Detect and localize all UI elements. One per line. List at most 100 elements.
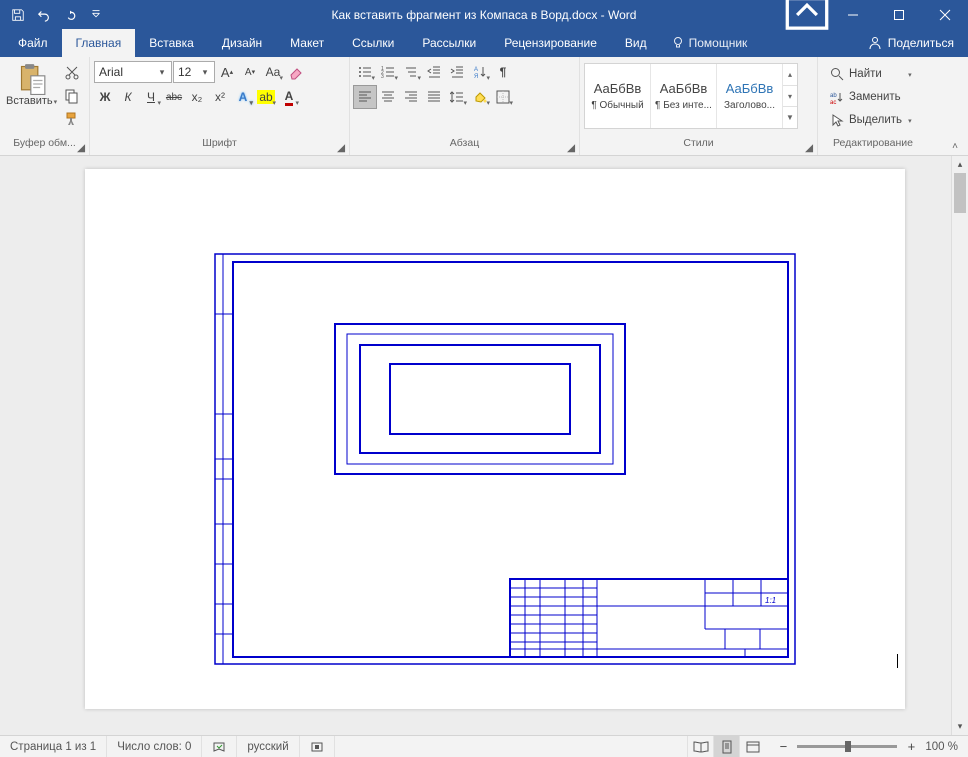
group-editing: Найти abac Заменить Выделить Редактирова…	[818, 57, 928, 155]
status-page[interactable]: Страница 1 из 1	[0, 736, 107, 757]
change-case-button[interactable]: Aa	[262, 61, 284, 83]
styles-scroll-down[interactable]: ▾	[783, 86, 797, 108]
svg-text:ac: ac	[830, 100, 836, 104]
tab-insert[interactable]: Вставка	[135, 29, 208, 57]
font-size-combo[interactable]: 12▾	[173, 61, 215, 83]
cursor-icon	[830, 113, 844, 127]
close-button[interactable]	[922, 0, 968, 29]
styles-scroll-up[interactable]: ▴	[783, 64, 797, 86]
tell-me-search[interactable]: Помощник	[661, 29, 758, 57]
increase-indent-button[interactable]	[446, 61, 468, 83]
document-title: Как вставить фрагмент из Компаса в Ворд.…	[332, 8, 637, 22]
format-painter-button[interactable]	[61, 108, 83, 130]
view-read-mode[interactable]	[687, 736, 713, 757]
group-styles: АаБбВв¶ Обычный АаБбВв¶ Без инте... АаБб…	[580, 57, 818, 155]
show-marks-button[interactable]: ¶	[492, 61, 514, 83]
zoom-in-button[interactable]: +	[903, 739, 919, 754]
borders-button[interactable]	[492, 86, 514, 108]
vertical-scrollbar[interactable]: ▴ ▾	[951, 156, 968, 735]
multilevel-list-button[interactable]	[400, 61, 422, 83]
document-area: 1:1 ▴ ▾	[0, 156, 968, 735]
italic-button[interactable]: К	[117, 86, 139, 108]
status-spellcheck[interactable]	[202, 736, 237, 757]
page-icon	[720, 740, 734, 754]
titlebar: Как вставить фрагмент из Компаса в Ворд.…	[0, 0, 968, 29]
tab-view[interactable]: Вид	[611, 29, 661, 57]
collapse-ribbon-button[interactable]: ˄	[946, 139, 964, 153]
tab-mailings[interactable]: Рассылки	[408, 29, 490, 57]
scroll-down-button[interactable]: ▾	[952, 718, 968, 735]
replace-button[interactable]: abac Заменить	[826, 86, 916, 108]
shading-button[interactable]	[469, 86, 491, 108]
subscript-button[interactable]: x₂	[186, 86, 208, 108]
style-no-spacing[interactable]: АаБбВв¶ Без инте...	[651, 64, 717, 128]
undo-button[interactable]	[32, 3, 56, 27]
select-button[interactable]: Выделить	[826, 109, 916, 131]
scroll-up-button[interactable]: ▴	[952, 156, 968, 173]
font-launcher[interactable]: ◢	[335, 142, 347, 154]
maximize-button[interactable]	[876, 0, 922, 29]
document-page[interactable]: 1:1	[85, 169, 905, 709]
zoom-slider[interactable]	[797, 745, 897, 748]
clipboard-launcher[interactable]: ◢	[75, 142, 87, 154]
justify-button[interactable]	[423, 86, 445, 108]
bold-button[interactable]: Ж	[94, 86, 116, 108]
underline-button[interactable]: Ч	[140, 86, 162, 108]
font-color-button[interactable]: A	[278, 86, 300, 108]
styles-gallery-scroll: ▴ ▾ ▼	[783, 64, 797, 128]
paragraph-launcher[interactable]: ◢	[565, 142, 577, 154]
read-icon	[693, 740, 709, 754]
editing-group-label: Редактирование	[833, 137, 913, 149]
superscript-button[interactable]: x²	[209, 86, 231, 108]
zoom-slider-thumb[interactable]	[845, 741, 851, 752]
numbering-icon: 123	[381, 65, 395, 79]
grow-font-button[interactable]: A▴	[216, 61, 238, 83]
styles-expand[interactable]: ▼	[783, 107, 797, 128]
view-web-layout[interactable]	[739, 736, 765, 757]
style-normal[interactable]: АаБбВв¶ Обычный	[585, 64, 651, 128]
font-name-combo[interactable]: Arial▾	[94, 61, 172, 83]
numbering-button[interactable]: 123	[377, 61, 399, 83]
redo-button[interactable]	[58, 3, 82, 27]
tab-design[interactable]: Дизайн	[208, 29, 276, 57]
scroll-thumb[interactable]	[954, 173, 966, 213]
text-effects-button[interactable]: A	[232, 86, 254, 108]
save-button[interactable]	[6, 3, 30, 27]
cut-button[interactable]	[61, 62, 83, 84]
brush-icon	[64, 111, 80, 127]
status-word-count[interactable]: Число слов: 0	[107, 736, 202, 757]
align-right-button[interactable]	[400, 86, 422, 108]
zoom-level[interactable]: 100 %	[925, 741, 958, 753]
align-right-icon	[404, 90, 418, 104]
tab-file[interactable]: Файл	[4, 29, 62, 57]
clear-formatting-button[interactable]	[285, 61, 307, 83]
find-button[interactable]: Найти	[826, 63, 916, 85]
shrink-font-button[interactable]: A▾	[239, 61, 261, 83]
style-heading1[interactable]: АаБбВвЗаголово...	[717, 64, 783, 128]
status-macro[interactable]	[300, 736, 335, 757]
tab-review[interactable]: Рецензирование	[490, 29, 611, 57]
align-center-button[interactable]	[377, 86, 399, 108]
view-print-layout[interactable]	[713, 736, 739, 757]
minimize-button[interactable]	[830, 0, 876, 29]
decrease-indent-button[interactable]	[423, 61, 445, 83]
paste-button[interactable]: Вставить	[4, 61, 59, 111]
svg-text:Я: Я	[474, 74, 478, 79]
qat-customize-button[interactable]	[84, 3, 108, 27]
align-left-button[interactable]	[354, 86, 376, 108]
styles-launcher[interactable]: ◢	[803, 142, 815, 154]
zoom-out-button[interactable]: −	[775, 739, 791, 754]
styles-gallery: АаБбВв¶ Обычный АаБбВв¶ Без инте... АаБб…	[584, 63, 798, 129]
highlight-button[interactable]: ab	[255, 86, 277, 108]
line-spacing-button[interactable]	[446, 86, 468, 108]
tab-references[interactable]: Ссылки	[338, 29, 408, 57]
tab-layout[interactable]: Макет	[276, 29, 338, 57]
bullets-button[interactable]	[354, 61, 376, 83]
sort-button[interactable]: AЯ	[469, 61, 491, 83]
copy-button[interactable]	[61, 85, 83, 107]
share-button[interactable]: Поделиться	[854, 29, 968, 57]
ribbon-display-options-button[interactable]	[784, 0, 830, 29]
tab-home[interactable]: Главная	[62, 29, 136, 57]
status-language[interactable]: русский	[237, 736, 299, 757]
strikethrough-button[interactable]: abc	[163, 86, 185, 108]
